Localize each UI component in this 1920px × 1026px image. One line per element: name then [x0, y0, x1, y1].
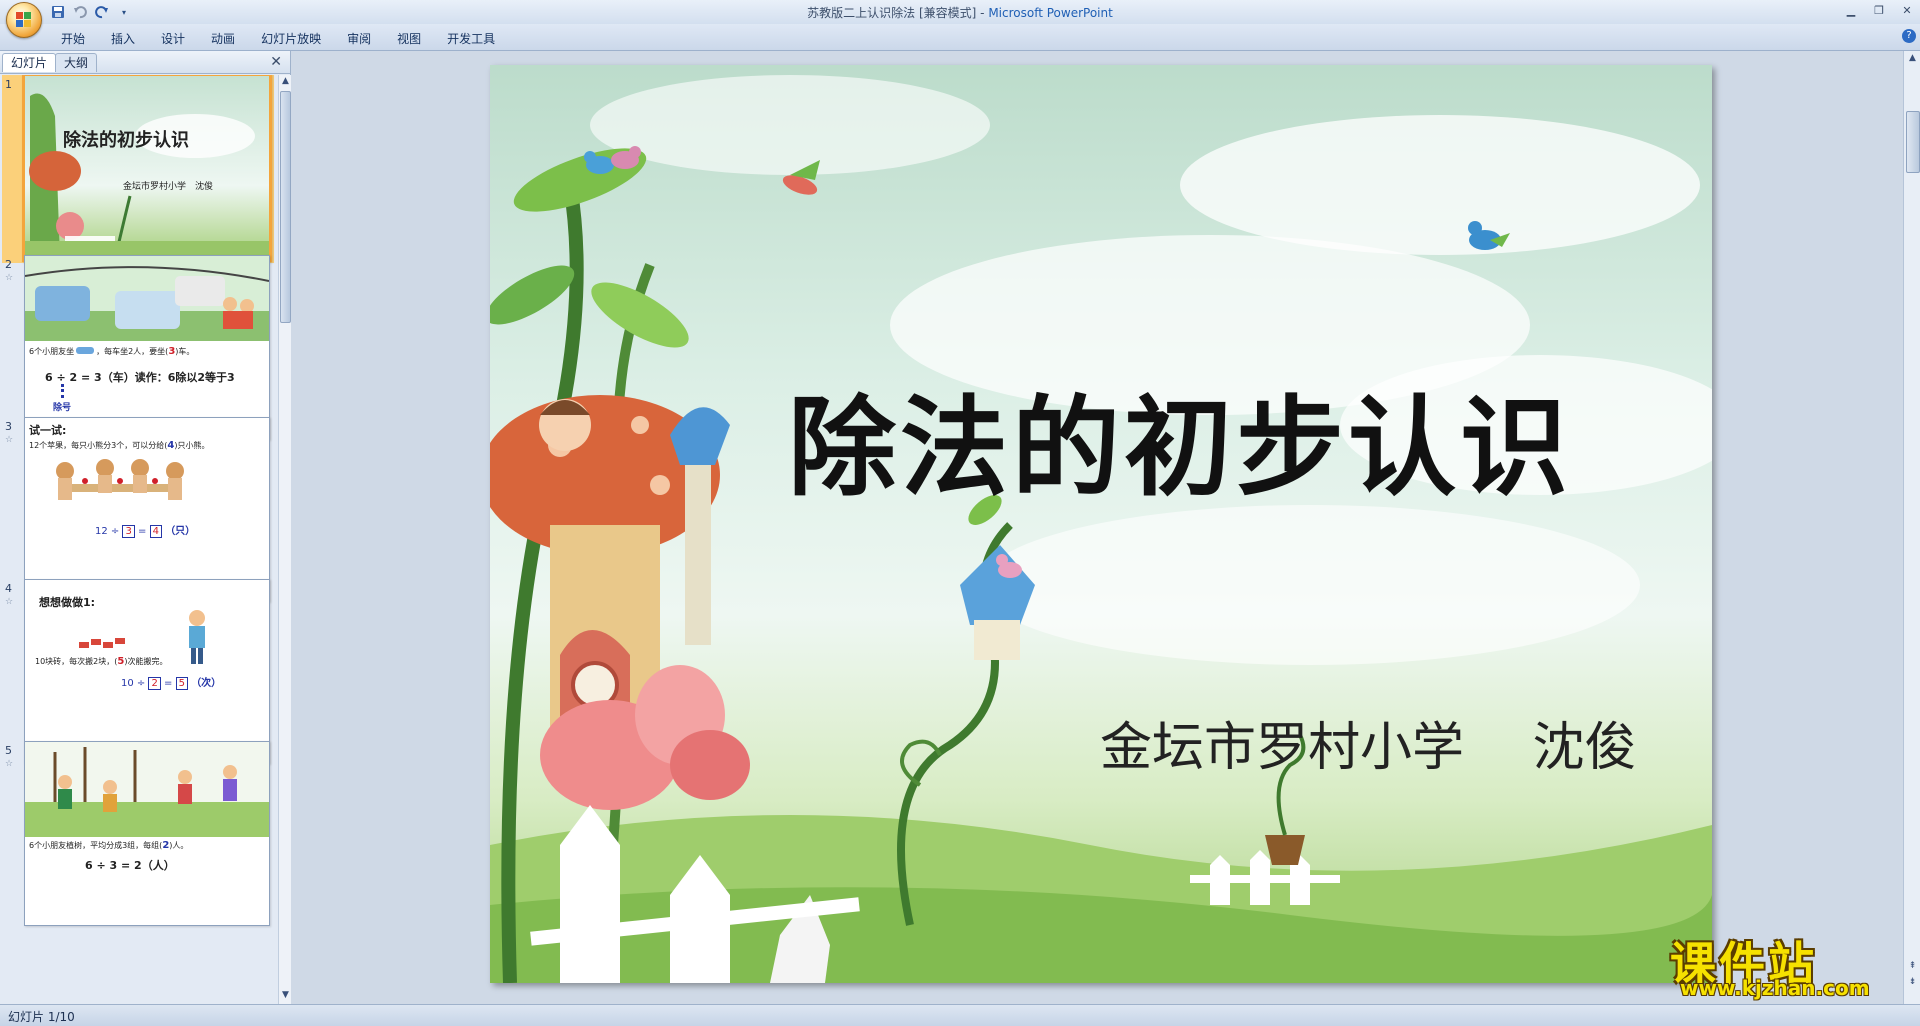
slide-number: 5 — [5, 744, 12, 757]
thumb-subtitle: 金坛市罗村小学 沈俊 — [123, 182, 214, 192]
slides-panel: 幻灯片 大纲 ✕ 1 除法的初步认识 金坛市罗村小学 沈俊 2 ☆ 6个小朋友坐… — [0, 51, 291, 1004]
tab-slideshow[interactable]: 幻灯片放映 — [248, 28, 334, 49]
slide-number: 1 — [5, 78, 12, 91]
thumb-unit: （次） — [191, 678, 222, 689]
slide-thumbnail-4[interactable]: 想想做做1: 10块砖，每次搬2块，(5)次能搬完。 10 ÷ 2 = 5 （次… — [24, 579, 270, 764]
tab-design[interactable]: 设计 — [148, 28, 198, 49]
thumbnail-list: 1 除法的初步认识 金坛市罗村小学 沈俊 2 ☆ 6个小朋友坐 ，每车坐2人，要… — [0, 75, 276, 1004]
slide-thumbnail-3[interactable]: 试一试: 12个苹果，每只小熊分3个，可以分给(4)只小熊。 12 ÷ 3 = … — [24, 417, 270, 602]
thumb-answer-box: 4 — [149, 525, 162, 538]
document-title: 苏教版二上认识除法 [兼容模式] - — [807, 6, 989, 20]
watermark-logo: 课件站 www.kjzhan.com — [1660, 928, 1900, 1000]
minimize-icon[interactable]: ▁ — [1842, 2, 1860, 20]
car-icon — [76, 347, 95, 354]
slide-canvas[interactable]: 除法的初步认识 金坛市罗村小学 沈俊 — [490, 65, 1712, 983]
bricks-illustration — [79, 610, 205, 664]
thumb-answer-box: 3 — [122, 525, 135, 538]
thumb-formula: 10 ÷ — [121, 678, 146, 689]
tab-view[interactable]: 视图 — [384, 28, 434, 49]
previous-slide-icon[interactable]: ⇞ — [1906, 961, 1919, 974]
thumb-text: 6个小朋友植树，平均分成3组，每组( — [29, 841, 163, 850]
scroll-up-icon[interactable]: ▲ — [1906, 53, 1919, 66]
thumb-formula: 6 ÷ 3 = 2（人） — [85, 859, 175, 872]
office-logo-icon — [16, 12, 32, 28]
status-bar: 幻灯片 1/10 — [0, 1004, 1920, 1026]
tab-slides[interactable]: 幻灯片 — [2, 53, 57, 72]
thumbnail-scrollbar[interactable]: ▲ ▼ — [278, 75, 291, 1004]
dotted-pointer — [61, 384, 67, 398]
tab-developer[interactable]: 开发工具 — [434, 28, 508, 49]
tab-home[interactable]: 开始 — [48, 28, 98, 49]
animation-star-icon: ☆ — [5, 273, 14, 283]
next-slide-icon[interactable]: ⇟ — [1906, 977, 1919, 990]
animation-star-icon: ☆ — [5, 759, 14, 769]
app-name: Microsoft PowerPoint — [988, 6, 1113, 20]
thumb-heading: 试一试: — [29, 424, 67, 437]
thumb-text: 6个小朋友坐 — [29, 347, 75, 356]
animation-star-icon: ☆ — [5, 435, 14, 445]
animation-star-icon: ☆ — [5, 597, 14, 607]
title-bar: ▾ 苏教版二上认识除法 [兼容模式] - Microsoft PowerPoin… — [0, 0, 1920, 38]
thumb-unit: （只） — [165, 526, 196, 537]
window-title: 苏教版二上认识除法 [兼容模式] - Microsoft PowerPoint — [0, 4, 1920, 21]
thumb-formula: 6 ÷ 2 = 3（车）读作：6除以2等于3 — [45, 371, 235, 384]
slide-number: 4 — [5, 582, 12, 595]
tab-outline[interactable]: 大纲 — [55, 53, 98, 72]
slide-number: 2 — [5, 258, 12, 271]
restore-icon[interactable]: ❐ — [1870, 2, 1888, 20]
help-icon[interactable]: ? — [1902, 29, 1916, 43]
thumb-answer-box: 2 — [148, 677, 161, 690]
tab-animations[interactable]: 动画 — [198, 28, 248, 49]
thumb-formula: 12 ÷ — [95, 526, 120, 537]
window-controls: ▁ ❐ ✕ — [1842, 2, 1916, 20]
thumb-title: 除法的初步认识 — [63, 130, 189, 151]
tree-planting-illustration — [25, 742, 269, 837]
slide-subtitle[interactable]: 金坛市罗村小学 沈俊 — [1100, 705, 1700, 780]
scrollbar-thumb[interactable] — [280, 91, 291, 323]
tab-insert[interactable]: 插入 — [98, 28, 148, 49]
bears-illustration — [56, 459, 184, 500]
thumb-formula: = — [164, 678, 173, 689]
slide-thumbnail-1[interactable]: 除法的初步认识 金坛市罗村小学 沈俊 — [22, 75, 272, 262]
close-icon[interactable]: ✕ — [1898, 2, 1916, 20]
thumb-text: 12个苹果，每只小熊分3个，可以分给( — [29, 441, 168, 450]
tab-review[interactable]: 审阅 — [334, 28, 384, 49]
slide-number: 3 — [5, 420, 12, 433]
panel-tabs: 幻灯片 大纲 ✕ — [0, 51, 290, 74]
slide-thumbnail-2[interactable]: 6个小朋友坐 ，每车坐2人，要坐(3)车。 6 ÷ 2 = 3（车）读作：6除以2… — [24, 255, 270, 440]
thumb-text: )人。 — [169, 841, 189, 850]
close-icon[interactable]: ✕ — [270, 54, 282, 70]
slide-thumbnail-5[interactable]: 6个小朋友植树，平均分成3组，每组(2)人。 6 ÷ 3 = 2（人） — [24, 741, 270, 926]
thumb-text: )次能搬完。 — [124, 657, 168, 666]
slide-indicator: 幻灯片 1/10 — [8, 1010, 75, 1024]
scrollbar-thumb[interactable] — [1906, 111, 1920, 173]
office-button[interactable] — [6, 2, 42, 38]
thumb-answer-box: 5 — [175, 677, 188, 690]
thumb-text: 10块砖，每次搬2块，( — [35, 657, 118, 666]
thumb-text: )车。 — [175, 347, 195, 356]
slide-scrollbar[interactable]: ▲ ⇞ ⇟ — [1903, 51, 1920, 1004]
slide-background-illustration — [490, 75, 1712, 983]
ribbon-tabs: 开始 插入 设计 动画 幻灯片放映 审阅 视图 开发工具 ? — [0, 24, 1920, 51]
thumb-label: 除号 — [53, 403, 72, 413]
watermark-url: www.kjzhan.com — [1680, 976, 1870, 1000]
thumb-formula: = — [138, 526, 147, 537]
thumb-text: ，每车坐2人，要坐( — [96, 347, 169, 356]
thumb-text: )只小熊。 — [174, 441, 210, 450]
slide-title[interactable]: 除法的初步认识 — [730, 361, 1630, 517]
